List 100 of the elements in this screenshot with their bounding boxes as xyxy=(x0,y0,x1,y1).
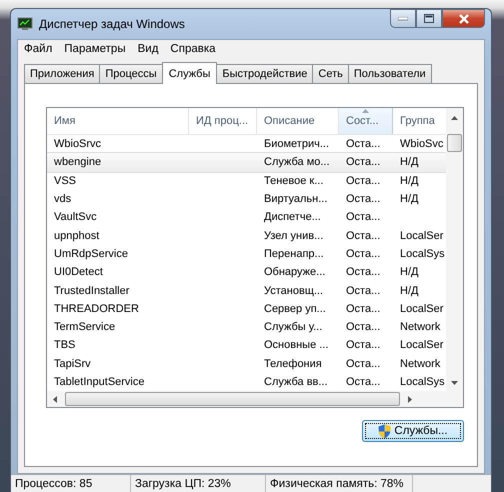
table-cell-text: Перенапр... xyxy=(263,248,325,260)
table-cell-text: Оста... xyxy=(345,174,382,187)
table-cell-text: Обнаруже... xyxy=(263,266,326,278)
table-cell-text: Службы у... xyxy=(263,321,324,334)
column-header[interactable]: ИД проц... xyxy=(189,108,257,134)
table-cell-text: Оста... xyxy=(345,376,382,388)
table-row[interactable]: vds Виртуальн... Оста... Н/Д xyxy=(47,190,446,208)
table-cell-text: Оста... xyxy=(345,339,382,352)
maximize-icon xyxy=(424,14,434,23)
status-text: Процессов: 85 xyxy=(11,475,131,492)
table-cell-text: Н/Д xyxy=(399,284,420,297)
table-row[interactable]: TapiSrv Телефония Оста... Network xyxy=(47,354,446,373)
tab[interactable]: Быстродействие xyxy=(216,64,314,83)
table-row[interactable]: TBS Основные ... Оста... LocalSer xyxy=(47,336,446,355)
scroll-right-icon[interactable] xyxy=(408,396,412,403)
table-row[interactable]: WbioSrvc Биометрич... Оста... WbioSvc xyxy=(47,135,446,154)
table-cell-text: Оста... xyxy=(345,211,382,224)
table-cell-text: Биометрич... xyxy=(263,138,330,150)
column-header[interactable]: Имя xyxy=(47,108,189,134)
scroll-down-icon[interactable] xyxy=(451,381,458,386)
table-cell-text: Оста... xyxy=(345,230,382,242)
close-button[interactable] xyxy=(442,9,485,28)
table-cell-text: Оста... xyxy=(345,321,382,334)
status-text: Загрузка ЦП: 23% xyxy=(131,475,266,492)
table-cell-text: Оста... xyxy=(345,302,382,315)
table-cell-text: Оста... xyxy=(345,156,382,168)
table-row[interactable]: wbengine Служба мо... Оста... Н/Д xyxy=(47,153,446,172)
table-row[interactable]: TabletInputService Служба вв... Оста... LocalSys xyxy=(47,372,446,392)
tab[interactable]: Приложения xyxy=(24,64,100,83)
table-cell-text: Сервер уп... xyxy=(263,302,327,315)
table-cell-text: UmRdpService xyxy=(53,248,129,260)
table-cell-text: Оста... xyxy=(345,193,382,206)
shield-icon xyxy=(378,424,392,439)
table-cell-text: WbioSrvc xyxy=(53,138,102,150)
horizontal-scrollbar[interactable] xyxy=(47,391,463,408)
table-row[interactable]: TermService Службы у... Оста... Network xyxy=(47,318,446,336)
status-text: Физическая память: 78% xyxy=(266,475,413,492)
table-row[interactable]: VSS Теневое к... Оста... Н/Д xyxy=(47,172,446,190)
scroll-left-icon[interactable] xyxy=(53,396,57,403)
sort-arrow-icon xyxy=(362,109,368,113)
table-cell-text: LocalSer xyxy=(399,302,444,315)
table-cell-text: Н/Д xyxy=(399,156,420,168)
column-header[interactable]: Сост... xyxy=(339,108,393,134)
table-cell-text: THREADORDER xyxy=(53,302,140,315)
tab[interactable]: Процессы xyxy=(99,64,163,83)
table-row[interactable]: TrustedInstaller Установщ... Оста... Н/Д xyxy=(47,281,446,300)
table-cell-text: Оста... xyxy=(345,266,382,278)
minimize-button[interactable] xyxy=(390,9,416,28)
table-cell-text: Оста... xyxy=(345,358,382,370)
table-cell-text: Оста... xyxy=(345,138,382,150)
table-cell-text: TapiSrv xyxy=(53,358,92,370)
table-cell-text: Основные ... xyxy=(263,339,330,352)
table-cell-text: UI0Detect xyxy=(53,266,104,278)
table-cell-text: TabletInputService xyxy=(53,376,146,388)
table-cell-text: LocalSer xyxy=(399,230,444,242)
table-cell-text: Н/Д xyxy=(399,174,420,187)
maximize-button[interactable] xyxy=(416,9,442,28)
table-cell-text: Теневое к... xyxy=(263,174,324,187)
menu-item[interactable]: Вид xyxy=(138,43,158,55)
services-button[interactable]: Службы... xyxy=(362,420,464,442)
close-icon xyxy=(458,14,470,24)
table-cell-text: Network xyxy=(399,358,442,370)
monitor-icon xyxy=(17,17,33,31)
table-cell-text: LocalSer xyxy=(399,339,444,352)
window-title: Диспетчер задач Windows xyxy=(39,17,185,31)
scroll-up-icon[interactable] xyxy=(451,116,458,120)
table-cell-text: VaultSvc xyxy=(53,211,98,224)
table-cell-text: LocalSys xyxy=(399,376,446,388)
table-cell-text: Виртуальн... xyxy=(263,193,328,206)
scroll-thumb[interactable] xyxy=(447,134,462,152)
table-row[interactable]: UmRdpService Перенапр... Оста... LocalSys xyxy=(47,244,446,264)
table-cell-text: VSS xyxy=(53,174,78,187)
table-cell-text: vds xyxy=(53,193,72,206)
table-cell-text: Служба вв... xyxy=(263,376,329,388)
menu-item[interactable]: Параметры xyxy=(64,43,126,55)
table-cell-text: TrustedInstaller xyxy=(53,284,130,297)
table-row[interactable]: THREADORDER Сервер уп... Оста... LocalSer xyxy=(47,300,446,318)
table-cell-text: WbioSvc xyxy=(399,138,444,150)
table-cell-text: TermService xyxy=(53,321,116,334)
table-cell-text: wbengine xyxy=(53,156,102,168)
table-cell-text: Установщ... xyxy=(263,284,324,297)
table-row[interactable]: UI0Detect Обнаруже... Оста... Н/Д xyxy=(47,263,446,282)
menu-item[interactable]: Файл xyxy=(24,43,52,55)
table-cell-text: TBS xyxy=(53,339,76,352)
table-cell-text: Диспетче... xyxy=(263,211,322,224)
minimize-icon xyxy=(398,16,408,20)
table-cell-text: Н/Д xyxy=(399,193,420,206)
table-row[interactable]: upnphost Узел унив... Оста... LocalSer xyxy=(47,226,446,245)
menu-item[interactable]: Справка xyxy=(170,43,216,55)
scroll-thumb[interactable] xyxy=(64,392,400,406)
table-cell-text: Network xyxy=(399,321,442,334)
table-cell-text: LocalSys xyxy=(399,248,446,260)
table-cell-text: Узел унив... xyxy=(263,230,324,242)
table-cell-text: Оста... xyxy=(345,248,382,260)
tab[interactable]: Службы xyxy=(162,62,218,84)
tab[interactable]: Пользователи xyxy=(348,64,432,83)
tab[interactable]: Сеть xyxy=(312,64,349,83)
table-row[interactable]: VaultSvc Диспетче... Оста... xyxy=(47,208,446,226)
table-cell-text: upnphost xyxy=(53,230,100,242)
vertical-scrollbar[interactable] xyxy=(446,108,463,392)
